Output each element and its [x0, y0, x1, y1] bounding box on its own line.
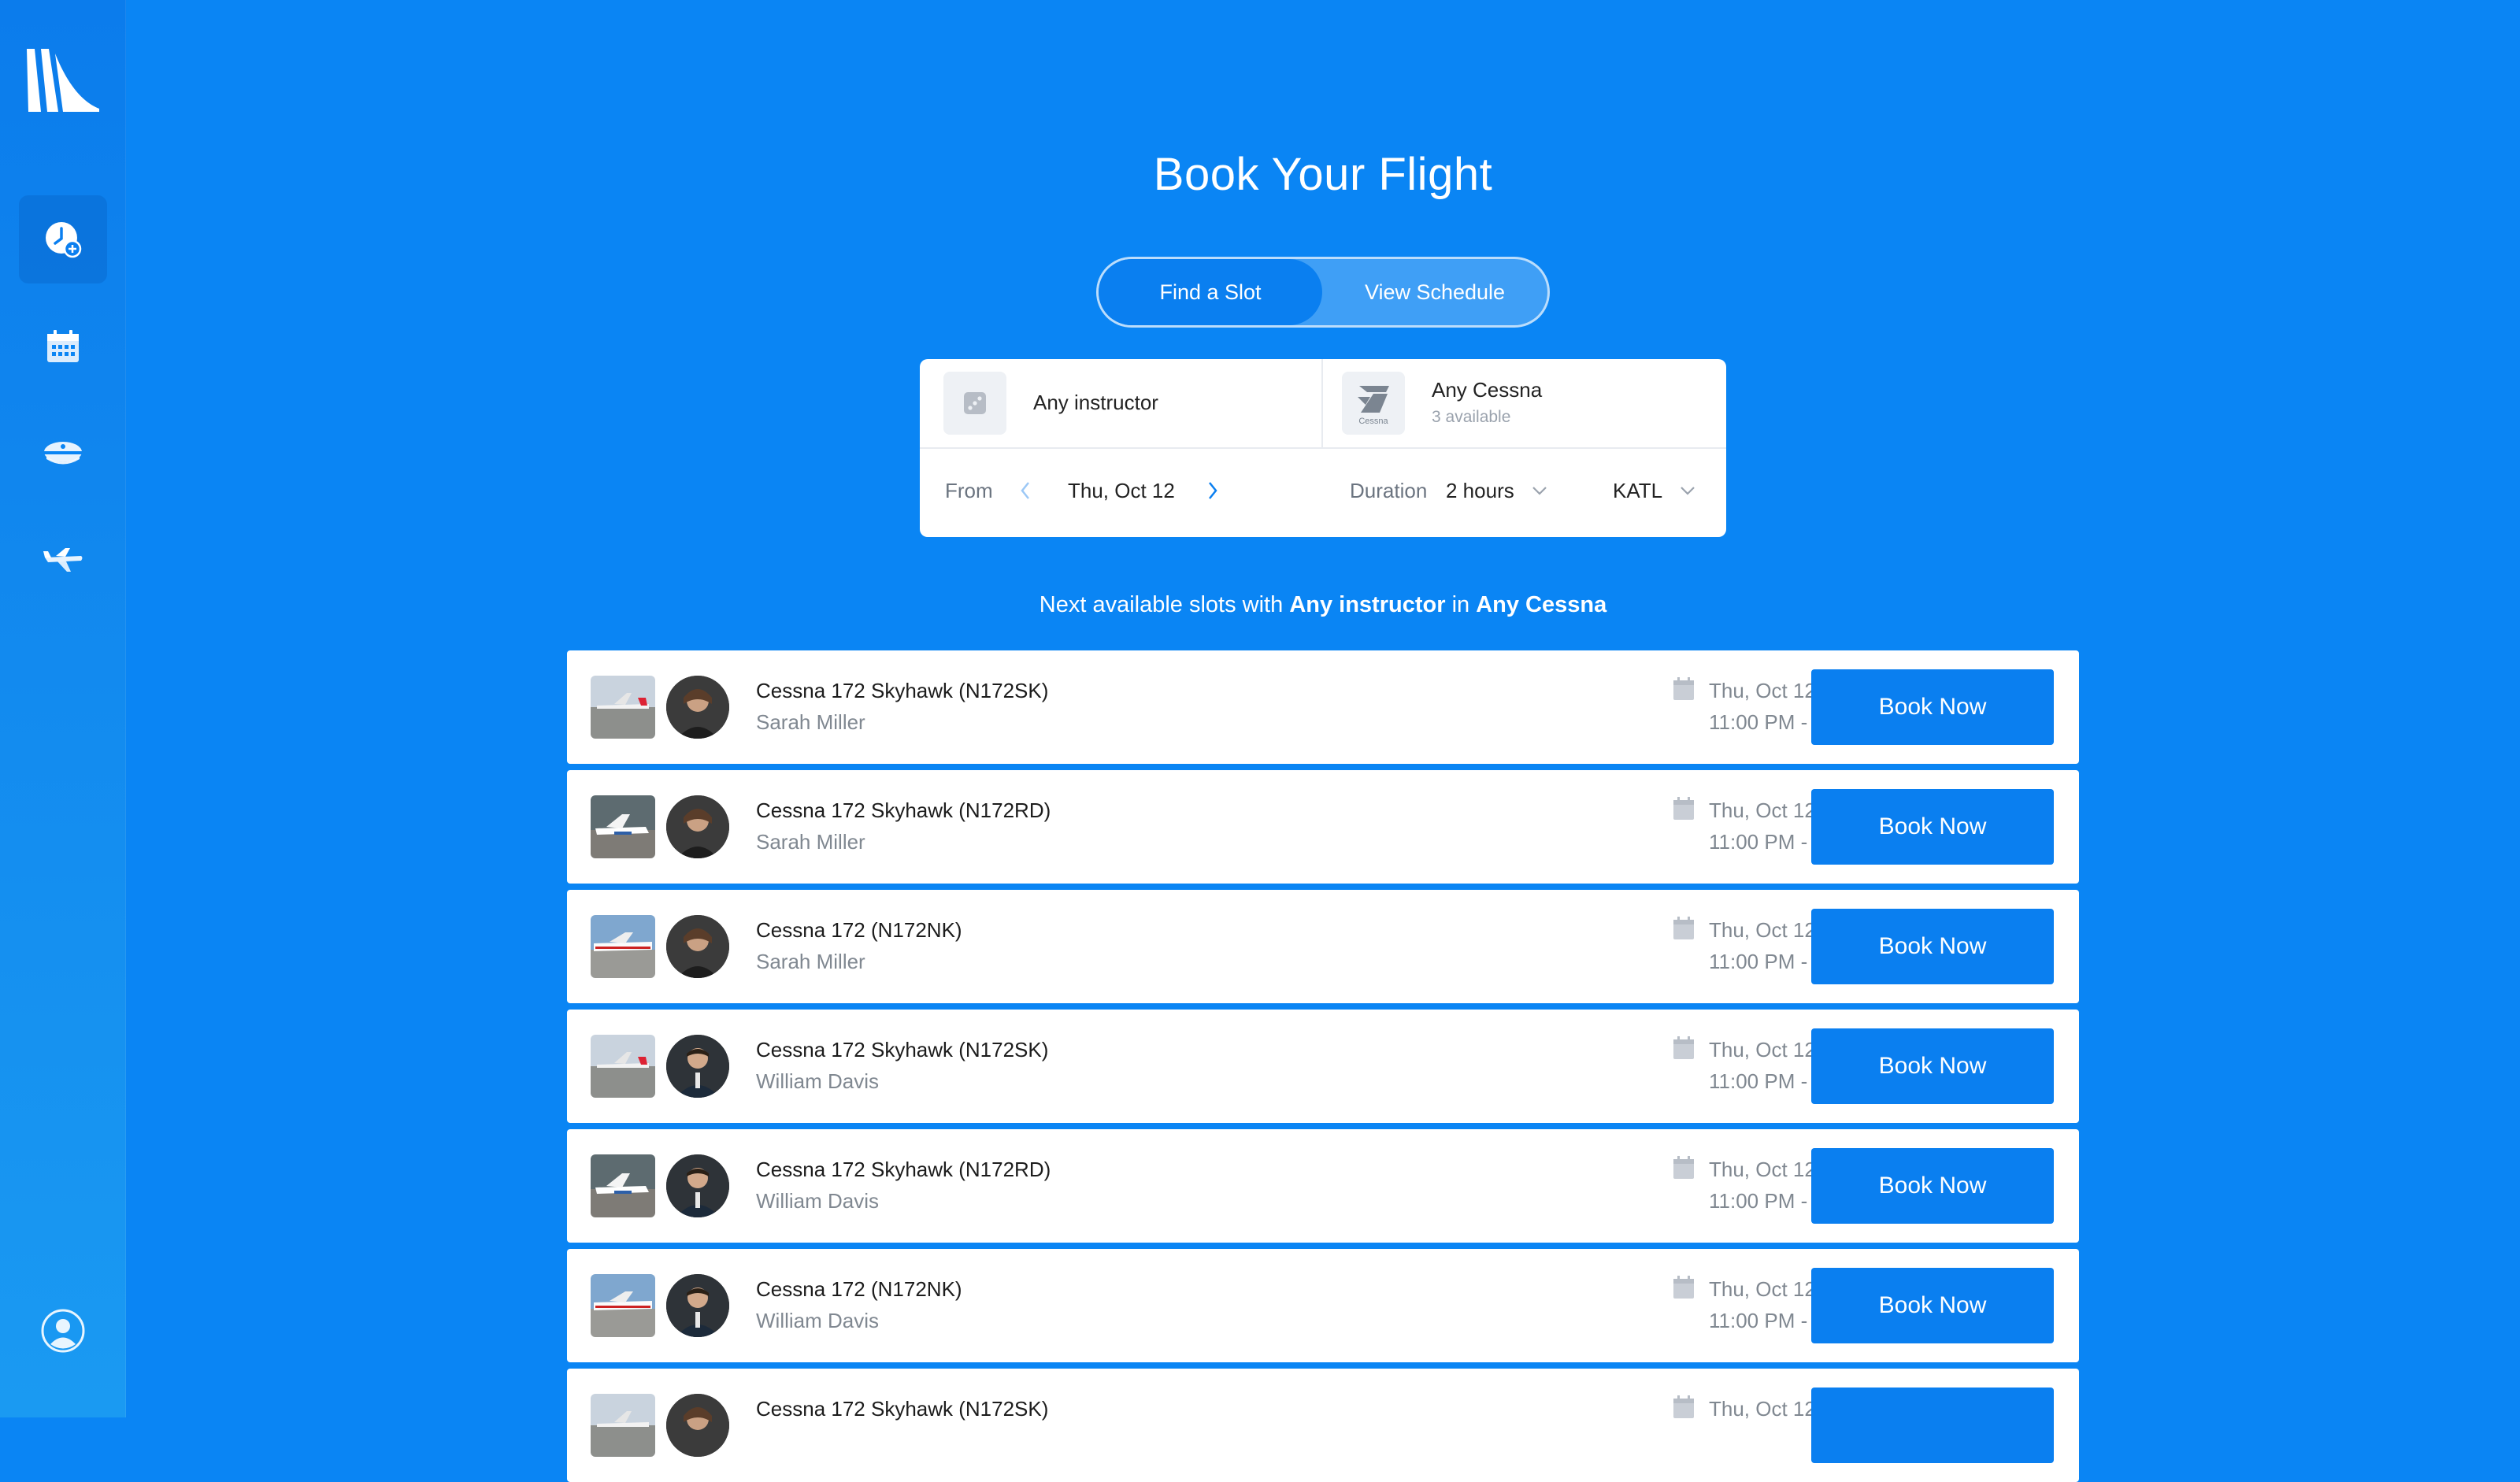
dice-icon — [943, 372, 1006, 435]
aircraft-photo — [591, 1035, 655, 1098]
main-content: Book Your Flight Find a Slot View Schedu… — [126, 0, 2520, 1482]
instructor-avatar — [666, 1274, 729, 1337]
cessna-logo: Cessna — [1342, 372, 1405, 435]
calendar-icon — [1673, 677, 1695, 705]
slot-instructor: William Davis — [756, 1069, 879, 1093]
calendar-icon — [1673, 1395, 1695, 1423]
slot-date: Thu, Oct 12 — [1709, 1038, 1816, 1061]
book-now-button[interactable]: Book Now — [1811, 789, 2054, 865]
book-now-button[interactable]: Book Now — [1811, 1268, 2054, 1343]
slot-aircraft: Cessna 172 (N172NK) — [756, 918, 962, 942]
book-now-button[interactable]: Book Now — [1811, 1028, 2054, 1104]
sidebar — [0, 0, 126, 1417]
svg-text:Cessna: Cessna — [1358, 417, 1388, 426]
chevron-down-icon[interactable] — [1679, 485, 1696, 500]
search-filter-card: Any instructor Cessna Any Cessna 3 avail… — [920, 359, 1726, 537]
duration-label: Duration — [1350, 479, 1428, 502]
slot-row: Cessna 172 Skyhawk (N172RD) William Davi… — [567, 1129, 2079, 1243]
instructor-avatar — [666, 1394, 729, 1457]
book-now-button[interactable]: Book Now — [1811, 669, 2054, 745]
book-now-button[interactable]: Book Now — [1811, 1148, 2054, 1224]
calendar-icon — [1673, 917, 1695, 944]
sidebar-item-instructors[interactable] — [19, 409, 107, 498]
slot-instructor: Sarah Miller — [756, 830, 865, 854]
airport-select[interactable]: KATL — [1613, 479, 1662, 503]
book-now-button[interactable]: Book Now — [1811, 909, 2054, 984]
calendar-icon — [1673, 797, 1695, 824]
aircraft-photo — [591, 795, 655, 858]
slot-date: Thu, Oct 12 — [1709, 798, 1816, 822]
app-logo[interactable] — [24, 46, 102, 117]
book-now-button[interactable] — [1811, 1388, 2054, 1463]
results-caption: Next available slots with Any instructor… — [126, 592, 2520, 618]
slot-row: Cessna 172 Skyhawk (N172SK) William Davi… — [567, 1010, 2079, 1123]
pilot-cap-icon — [44, 442, 82, 465]
slot-aircraft: Cessna 172 (N172NK) — [756, 1277, 962, 1301]
caption-prefix: Next available slots with — [1039, 592, 1284, 617]
profile-button[interactable] — [39, 1307, 87, 1354]
slot-aircraft: Cessna 172 Skyhawk (N172RD) — [756, 798, 1051, 822]
date-value[interactable]: Thu, Oct 12 — [1068, 479, 1175, 503]
calendar-icon — [47, 330, 79, 362]
slot-date: Thu, Oct 12 — [1709, 1397, 1816, 1421]
view-toggle: Find a Slot View Schedule — [1096, 257, 1550, 328]
page-title: Book Your Flight — [1153, 149, 1493, 200]
slot-date: Thu, Oct 12 — [1709, 1277, 1816, 1301]
instructor-avatar — [666, 795, 729, 858]
chevron-down-icon[interactable] — [1531, 485, 1548, 500]
clock-add-icon — [46, 222, 82, 258]
divider — [1321, 359, 1323, 447]
slot-row: Cessna 172 Skyhawk (N172SK) Thu, Oct 12 — [567, 1369, 2079, 1482]
slot-instructor: William Davis — [756, 1309, 879, 1332]
instructor-avatar — [666, 1035, 729, 1098]
slot-aircraft: Cessna 172 Skyhawk (N172SK) — [756, 1397, 1049, 1421]
slot-instructor: William Davis — [756, 1189, 879, 1213]
sidebar-item-calendar[interactable] — [19, 302, 107, 391]
calendar-icon — [1673, 1276, 1695, 1303]
sidebar-item-book-flight[interactable] — [19, 195, 107, 283]
instructor-avatar — [666, 915, 729, 978]
aircraft-photo — [591, 1394, 655, 1457]
slot-date: Thu, Oct 12 — [1709, 679, 1816, 702]
slot-aircraft: Cessna 172 Skyhawk (N172RD) — [756, 1158, 1051, 1181]
aircraft-photo — [591, 1154, 655, 1217]
slot-instructor: Sarah Miller — [756, 710, 865, 734]
instructor-avatar — [666, 676, 729, 739]
airplane-icon — [43, 548, 83, 572]
slot-instructor: Sarah Miller — [756, 950, 865, 973]
slot-aircraft: Cessna 172 Skyhawk (N172SK) — [756, 679, 1049, 702]
caption-aircraft: Any Cessna — [1476, 592, 1607, 617]
calendar-icon — [1673, 1036, 1695, 1064]
chevron-left-icon[interactable] — [1019, 480, 1032, 505]
slot-date: Thu, Oct 12 — [1709, 918, 1816, 942]
divider — [920, 447, 1726, 449]
instructor-value: Any instructor — [1033, 391, 1158, 414]
duration-select[interactable]: 2 hours — [1446, 479, 1514, 503]
slot-row: Cessna 172 (N172NK) William Davis Thu, O… — [567, 1249, 2079, 1362]
from-label: From — [945, 479, 993, 502]
slot-date: Thu, Oct 12 — [1709, 1158, 1816, 1181]
chevron-right-icon[interactable] — [1206, 480, 1219, 505]
calendar-icon — [1673, 1156, 1695, 1184]
caption-instructor: Any instructor — [1289, 592, 1446, 617]
slot-row: Cessna 172 Skyhawk (N172RD) Sarah Miller… — [567, 770, 2079, 884]
slot-aircraft: Cessna 172 Skyhawk (N172SK) — [756, 1038, 1049, 1061]
instructor-avatar — [666, 1154, 729, 1217]
caption-mid: in — [1451, 592, 1470, 617]
slot-row: Cessna 172 (N172NK) Sarah Miller Thu, Oc… — [567, 890, 2079, 1003]
user-profile-icon — [41, 1309, 85, 1353]
aircraft-availability: 3 available — [1432, 408, 1511, 426]
tab-view-schedule[interactable]: View Schedule — [1322, 259, 1547, 325]
sidebar-item-aircraft[interactable] — [19, 517, 107, 605]
aircraft-value: Any Cessna — [1432, 378, 1543, 402]
aircraft-photo — [591, 1274, 655, 1337]
slot-row: Cessna 172 Skyhawk (N172SK) Sarah Miller… — [567, 650, 2079, 764]
aircraft-photo — [591, 676, 655, 739]
aircraft-photo — [591, 915, 655, 978]
tab-find-slot[interactable]: Find a Slot — [1099, 259, 1322, 325]
